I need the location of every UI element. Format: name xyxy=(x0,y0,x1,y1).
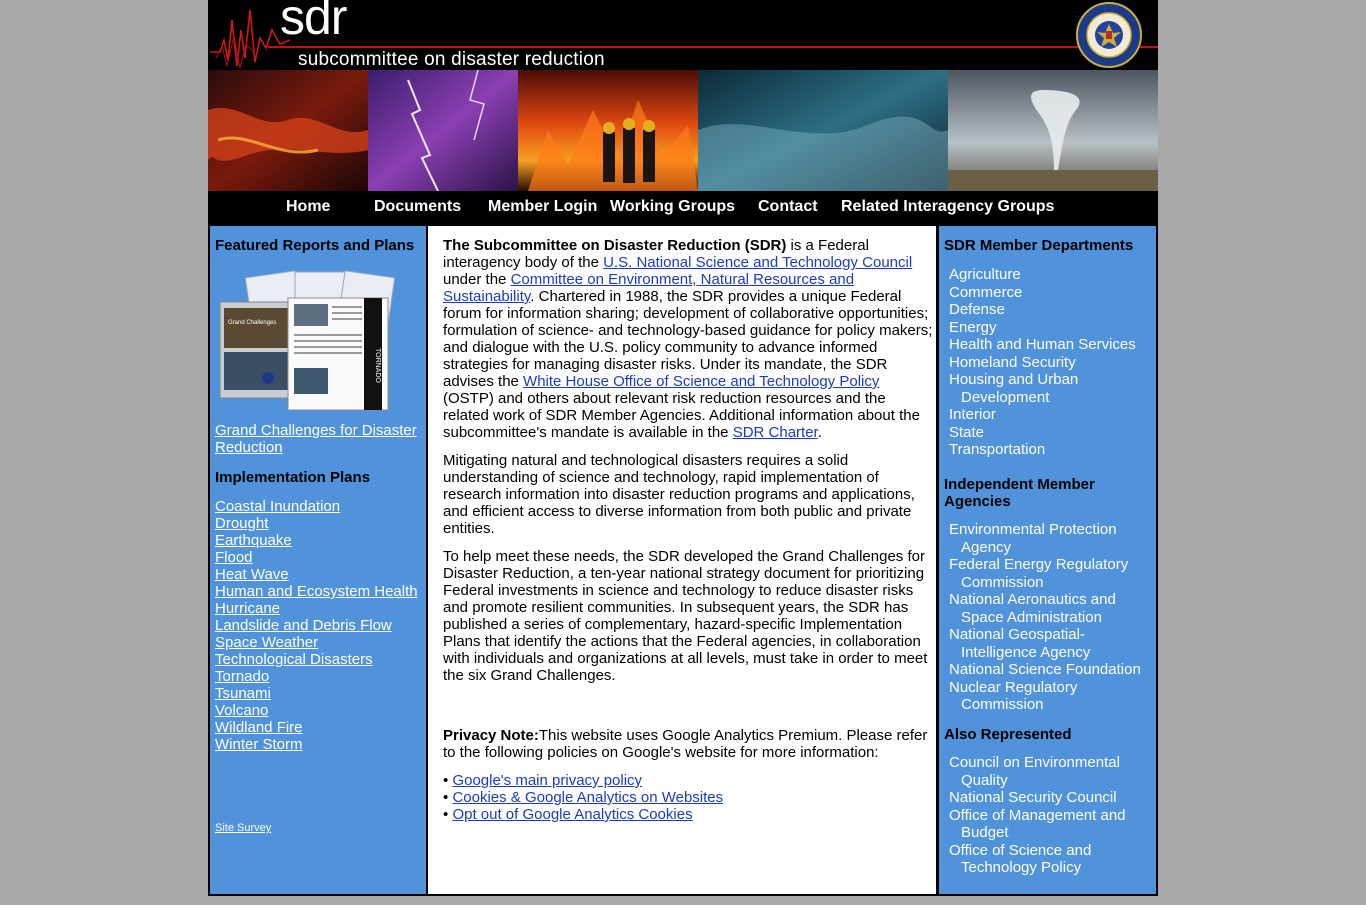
impl-link-earthquake[interactable]: Earthquake xyxy=(215,532,423,549)
site-header: sdr subcommittee on disaster reduction xyxy=(208,0,1158,70)
right-sidebar: SDR Member Departments Agriculture Comme… xyxy=(939,226,1156,894)
sdr-charter-link[interactable]: SDR Charter xyxy=(733,424,818,441)
agency-nrc[interactable]: Nuclear Regulatory Commission xyxy=(944,679,1149,714)
presidential-seal-icon xyxy=(1076,2,1142,68)
agency-nsf[interactable]: National Science Foundation xyxy=(944,661,1149,679)
nav-home[interactable]: Home xyxy=(286,198,330,216)
also-nsc[interactable]: National Security Council xyxy=(944,789,1149,807)
policy-list-item: • Google's main privacy policy xyxy=(443,772,933,789)
cover-title: Grand Challenges xyxy=(228,320,276,326)
main-content: The Subcommittee on Disaster Reduction (… xyxy=(428,226,936,894)
featured-reports-cover-image[interactable]: Grand Challenges TORNADO xyxy=(210,268,410,418)
privacy-note-label: Privacy Note: xyxy=(443,727,539,744)
mitigation-paragraph: Mitigating natural and technological dis… xyxy=(443,452,915,537)
impl-link-volcano[interactable]: Volcano xyxy=(215,702,423,719)
ostp-link[interactable]: White House Office of Science and Techno… xyxy=(523,373,879,390)
nav-contact[interactable]: Contact xyxy=(758,198,818,216)
nav-member-login[interactable]: Member Login xyxy=(488,198,597,216)
impl-link-space-weather[interactable]: Space Weather xyxy=(215,634,423,651)
bullet: • xyxy=(443,772,449,789)
seismograph-logo-icon xyxy=(210,9,290,69)
policy-list-item: • Cookies & Google Analytics on Websites xyxy=(443,789,933,806)
cover-spine-text: TORNADO xyxy=(374,348,381,383)
dept-agriculture[interactable]: Agriculture xyxy=(944,266,1149,284)
opt-out-analytics-link[interactable]: Opt out of Google Analytics Cookies xyxy=(452,806,692,823)
disaster-banner-image xyxy=(208,70,1158,191)
impl-link-heat-wave[interactable]: Heat Wave xyxy=(215,566,423,583)
member-departments-heading: SDR Member Departments xyxy=(944,237,1134,254)
privacy-note: Privacy Note:This website uses Google An… xyxy=(443,727,933,761)
dept-state[interactable]: State xyxy=(944,424,1149,442)
agency-epa[interactable]: Environmental Protection Agency xyxy=(944,521,1149,556)
also-ostp[interactable]: Office of Science and Technology Policy xyxy=(944,842,1149,877)
nav-related-interagency-groups[interactable]: Related Interagency Groups xyxy=(841,198,1054,216)
impl-link-human-ecosystem-health[interactable]: Human and Ecosystem Health xyxy=(215,583,423,600)
intro-paragraph: The Subcommittee on Disaster Reduction (… xyxy=(443,237,933,441)
privacy-policy-links: • Google's main privacy policy • Cookies… xyxy=(443,772,933,823)
nstc-link[interactable]: U.S. National Science and Technology Cou… xyxy=(603,254,912,271)
impl-link-landslide-debris-flow[interactable]: Landslide and Debris Flow xyxy=(215,617,423,634)
member-departments-list: Agriculture Commerce Defense Energy Heal… xyxy=(944,266,1149,459)
also-ceq[interactable]: Council on Environmental Quality xyxy=(944,754,1149,789)
main-nav: Home Documents Member Login Working Grou… xyxy=(208,191,1158,224)
nav-working-groups[interactable]: Working Groups xyxy=(610,198,735,216)
dept-housing-urban-development[interactable]: Housing and Urban Development xyxy=(944,371,1149,406)
impl-link-wildland-fire[interactable]: Wildland Fire xyxy=(215,719,423,736)
intro-text-4: (OSTP) and others about relevant risk re… xyxy=(443,390,920,441)
dept-energy[interactable]: Energy xyxy=(944,319,1149,337)
intro-text-2: under the xyxy=(443,271,511,288)
grand-challenges-paragraph: To help meet these needs, the SDR develo… xyxy=(443,548,928,684)
independent-agencies-heading: Independent Member Agencies xyxy=(944,476,1095,510)
implementation-plans-heading: Implementation Plans xyxy=(215,469,371,486)
impl-link-tornado[interactable]: Tornado xyxy=(215,668,423,685)
impl-link-tsunami[interactable]: Tsunami xyxy=(215,685,423,702)
agency-nasa[interactable]: National Aeronautics and Space Administr… xyxy=(944,591,1149,626)
cookies-analytics-link[interactable]: Cookies & Google Analytics on Websites xyxy=(452,789,723,806)
dept-defense[interactable]: Defense xyxy=(944,301,1149,319)
logo-subtitle: subcommittee on disaster reduction xyxy=(298,49,605,70)
policy-list-item: • Opt out of Google Analytics Cookies xyxy=(443,806,933,823)
page-frame: sdr subcommittee on disaster reduction H… xyxy=(208,0,1158,896)
impl-link-flood[interactable]: Flood xyxy=(215,549,423,566)
independent-agencies-list: Environmental Protection Agency Federal … xyxy=(944,521,1149,714)
logo-sdr-text[interactable]: sdr xyxy=(280,0,347,46)
also-omb[interactable]: Office of Management and Budget xyxy=(944,807,1149,842)
also-represented-list: Council on Environmental Quality Nationa… xyxy=(944,754,1149,877)
dept-commerce[interactable]: Commerce xyxy=(944,284,1149,302)
also-represented-heading: Also Represented xyxy=(944,726,1072,743)
impl-link-drought[interactable]: Drought xyxy=(215,515,423,532)
featured-heading: Featured Reports and Plans xyxy=(215,237,415,254)
dept-transportation[interactable]: Transportation xyxy=(944,441,1149,459)
nav-documents[interactable]: Documents xyxy=(374,198,461,216)
bullet: • xyxy=(443,789,449,806)
grand-challenges-link-block: Grand Challenges for Disaster Reduction xyxy=(215,422,423,456)
google-privacy-policy-link[interactable]: Google's main privacy policy xyxy=(452,772,642,789)
impl-link-technological-disasters[interactable]: Technological Disasters xyxy=(215,651,423,668)
left-sidebar: Featured Reports and Plans Grand Challen… xyxy=(210,226,426,894)
impl-link-coastal-inundation[interactable]: Coastal Inundation xyxy=(215,498,423,515)
dept-health-human-services[interactable]: Health and Human Services xyxy=(944,336,1149,354)
bullet: • xyxy=(443,806,449,823)
dept-homeland-security[interactable]: Homeland Security xyxy=(944,354,1149,372)
intro-bold-text: The Subcommittee on Disaster Reduction (… xyxy=(443,237,787,254)
impl-link-winter-storm[interactable]: Winter Storm xyxy=(215,736,423,753)
intro-text-5: . xyxy=(817,424,822,441)
grand-challenges-link[interactable]: Grand Challenges for Disaster Reduction xyxy=(215,422,423,456)
dept-interior[interactable]: Interior xyxy=(944,406,1149,424)
header-red-rule xyxy=(268,46,1158,48)
impl-link-hurricane[interactable]: Hurricane xyxy=(215,600,423,617)
agency-nga[interactable]: National Geospatial-Intelligence Agency xyxy=(944,626,1149,661)
agency-ferc[interactable]: Federal Energy Regulatory Commission xyxy=(944,556,1149,591)
site-survey-link[interactable]: Site Survey xyxy=(215,820,271,837)
implementation-plans-list: Coastal Inundation Drought Earthquake Fl… xyxy=(215,498,423,753)
